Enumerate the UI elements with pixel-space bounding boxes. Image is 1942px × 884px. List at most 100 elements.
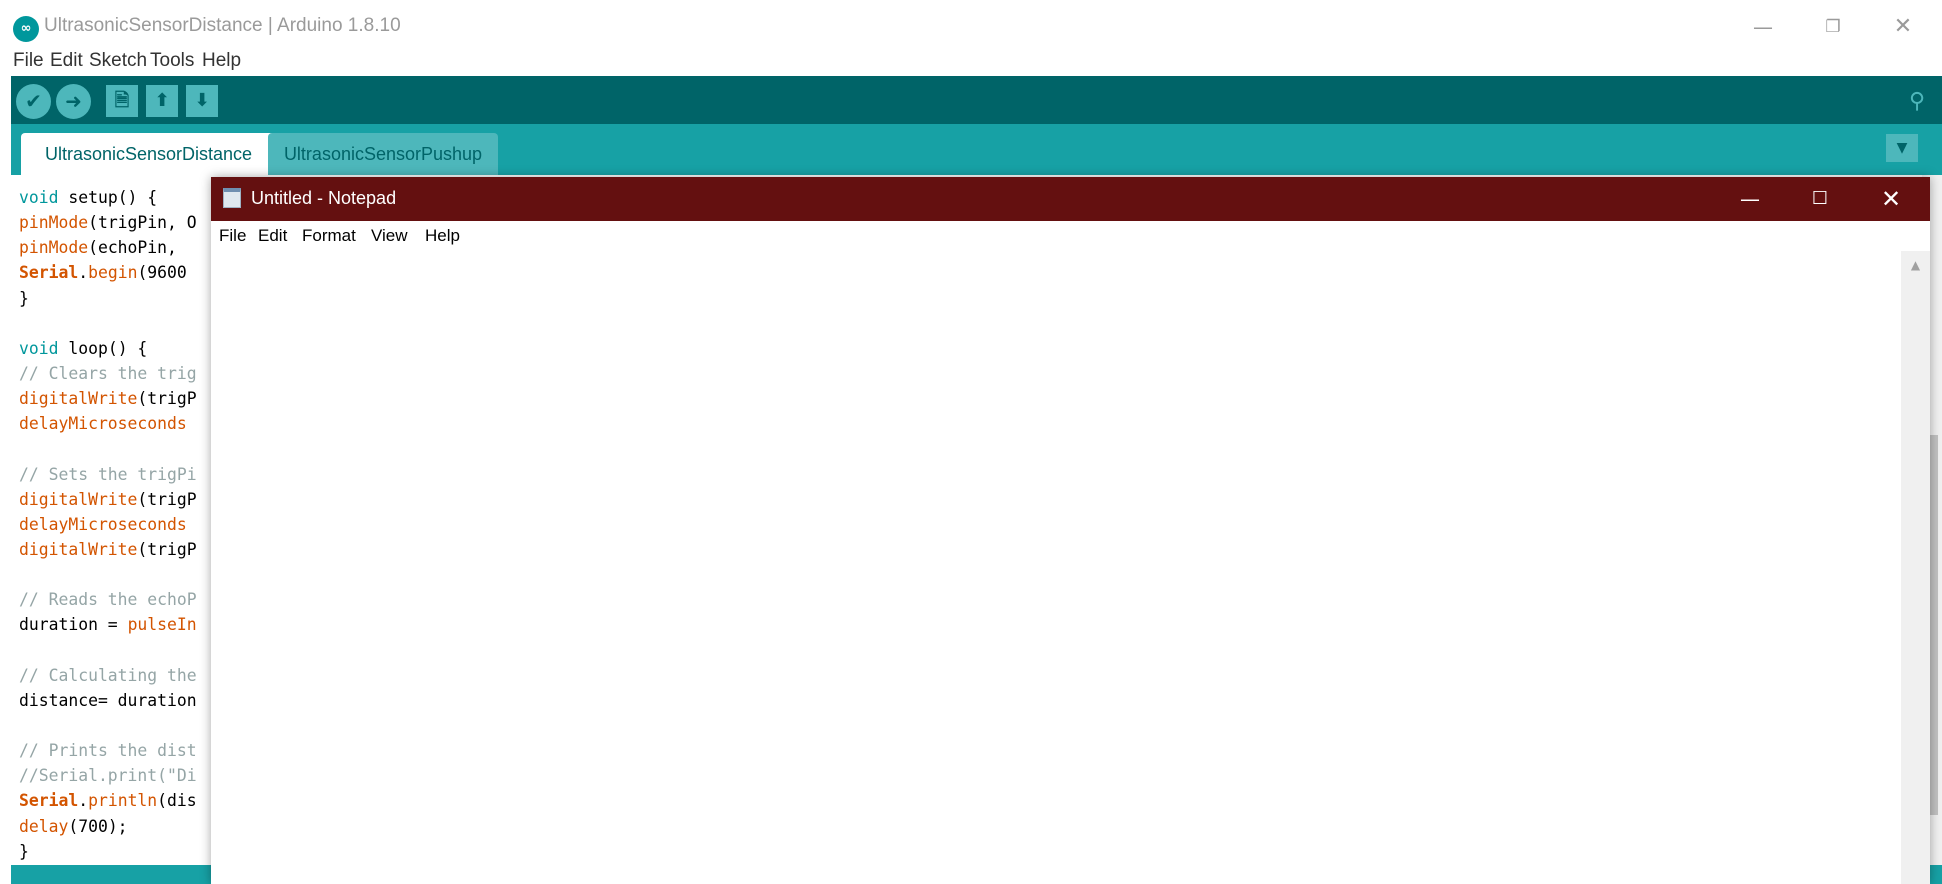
upload-button[interactable]: ➜ <box>56 84 91 119</box>
code-line: // Sets the trigPi <box>19 462 197 487</box>
menu-edit[interactable]: Edit <box>50 50 83 72</box>
code-line: void loop() { <box>19 336 197 361</box>
code-token: } <box>19 841 29 861</box>
magnifier-icon: ⚲ <box>1908 89 1926 114</box>
code-line: digitalWrite(trigP <box>19 537 197 562</box>
notepad-maximize-button[interactable]: ☐ <box>1785 177 1855 221</box>
code-line: digitalWrite(trigP <box>19 487 197 512</box>
code-token: setup() { <box>58 188 158 207</box>
arrow-down-icon: ⬇ <box>194 90 210 111</box>
arrow-right-icon: ➜ <box>65 89 82 113</box>
code-line: pinMode(echoPin, <box>19 235 197 260</box>
code-token: distance= duration <box>19 690 197 710</box>
code-line: Serial.begin(9600 <box>19 260 197 285</box>
code-token: (trigPin, O <box>88 213 197 233</box>
tab-ultrasonic-sensor-pushup[interactable]: UltrasonicSensorPushup <box>268 133 498 175</box>
code-line: // Reads the echoP <box>19 587 197 612</box>
arduino-tabbar: UltrasonicSensorDistance UltrasonicSenso… <box>11 124 1942 175</box>
code-token: void <box>19 338 59 358</box>
arduino-logo-icon: ∞ <box>13 16 39 42</box>
code-token: begin <box>88 263 138 283</box>
arduino-toolbar: ✔ ➜ 🗎 ⬆ ⬇ ⚲ <box>11 76 1942 124</box>
menu-file[interactable]: File <box>13 50 44 72</box>
code-line: delayMicroseconds <box>19 411 197 436</box>
code-token: // Sets the trigPi <box>19 464 197 484</box>
code-token: void <box>19 188 59 207</box>
chevron-down-icon: ▼ <box>1896 140 1908 156</box>
arduino-menubar: File Edit Sketch Tools Help <box>0 48 1942 76</box>
code-line: // Calculating the <box>19 663 197 688</box>
tab-menu-button[interactable]: ▼ <box>1886 134 1918 162</box>
scroll-up-arrow-icon[interactable]: ▲ <box>1901 251 1930 279</box>
arrow-up-icon: ⬆ <box>154 90 170 111</box>
code-token: // Prints the dist <box>19 741 197 761</box>
notepad-menu-view[interactable]: View <box>371 226 408 246</box>
save-sketch-button[interactable]: ⬇ <box>186 85 218 117</box>
notepad-menu-edit[interactable]: Edit <box>258 226 287 246</box>
code-token: Serial <box>19 791 79 811</box>
notepad-app-icon <box>223 188 241 208</box>
notepad-menubar: File Edit Format View Help <box>211 221 1930 251</box>
code-token: delay <box>19 816 69 836</box>
code-line: delayMicroseconds <box>19 512 197 537</box>
arduino-minimize-button[interactable]: — <box>1745 10 1781 44</box>
menu-help[interactable]: Help <box>202 50 241 72</box>
checkmark-icon: ✔ <box>25 89 42 113</box>
serial-monitor-button[interactable]: ⚲ <box>1901 86 1933 118</box>
code-token: pinMode <box>19 238 89 258</box>
notepad-close-button[interactable]: ✕ <box>1856 177 1926 221</box>
notepad-minimize-button[interactable]: — <box>1715 177 1785 221</box>
code-line: // Clears the trig <box>19 361 197 386</box>
notepad-menu-format[interactable]: Format <box>302 226 356 246</box>
code-token: digitalWrite <box>19 539 138 559</box>
arduino-window-title: UltrasonicSensorDistance | Arduino 1.8.1… <box>44 15 401 36</box>
arduino-restore-button[interactable]: ❐ <box>1815 10 1851 44</box>
code-token: // Clears the trig <box>19 363 197 383</box>
code-token: pulseIn <box>127 615 197 635</box>
notepad-window-title: Untitled - Notepad <box>251 188 397 208</box>
menu-sketch[interactable]: Sketch <box>89 50 147 72</box>
notepad-menu-file[interactable]: File <box>219 226 246 246</box>
code-line: } <box>19 286 197 311</box>
document-icon: 🗎 <box>114 90 130 111</box>
code-token: delayMicroseconds <box>19 514 187 534</box>
code-token: (dis <box>157 791 197 811</box>
code-token: } <box>19 288 29 308</box>
code-token: . <box>78 263 89 283</box>
notepad-scrollbar[interactable]: ▲ <box>1901 251 1930 884</box>
code-token: // Reads the echoP <box>19 590 197 610</box>
code-line: } <box>19 839 197 864</box>
code-token: . <box>78 791 89 811</box>
code-line: // Prints the dist <box>19 738 197 763</box>
notepad-window: Untitled - Notepad — ☐ ✕ File Edit Forma… <box>211 177 1930 884</box>
notepad-menu-help[interactable]: Help <box>425 226 460 246</box>
arduino-titlebar[interactable]: ∞ UltrasonicSensorDistance | Arduino 1.8… <box>0 0 1942 52</box>
arduino-close-button[interactable]: ✕ <box>1885 10 1921 44</box>
code-token: digitalWrite <box>19 489 138 509</box>
code-line: duration = pulseIn <box>19 612 197 637</box>
code-token: println <box>88 791 158 811</box>
code-token: (trigP <box>137 489 197 509</box>
new-sketch-button[interactable]: 🗎 <box>106 85 138 117</box>
notepad-titlebar[interactable]: Untitled - Notepad — ☐ ✕ <box>211 177 1930 221</box>
open-sketch-button[interactable]: ⬆ <box>146 85 178 117</box>
code-token: (700); <box>68 816 128 836</box>
code-token: duration = <box>19 615 128 635</box>
menu-tools[interactable]: Tools <box>150 50 194 72</box>
notepad-text-area[interactable] <box>211 251 1901 884</box>
verify-button[interactable]: ✔ <box>16 84 51 119</box>
code-token: (9600 <box>137 263 187 283</box>
code-line: distance= duration <box>19 688 197 713</box>
tab-ultrasonic-sensor-distance[interactable]: UltrasonicSensorDistance <box>21 133 276 175</box>
code-token: (trigP <box>137 539 197 559</box>
code-lines: void setup() {pinMode(trigPin, OpinMode(… <box>19 185 197 864</box>
code-token: delayMicroseconds <box>19 414 187 434</box>
code-token: digitalWrite <box>19 389 138 409</box>
code-line: Serial.println(dis <box>19 788 197 813</box>
code-line: pinMode(trigPin, O <box>19 210 197 235</box>
code-token: (trigP <box>137 389 197 409</box>
